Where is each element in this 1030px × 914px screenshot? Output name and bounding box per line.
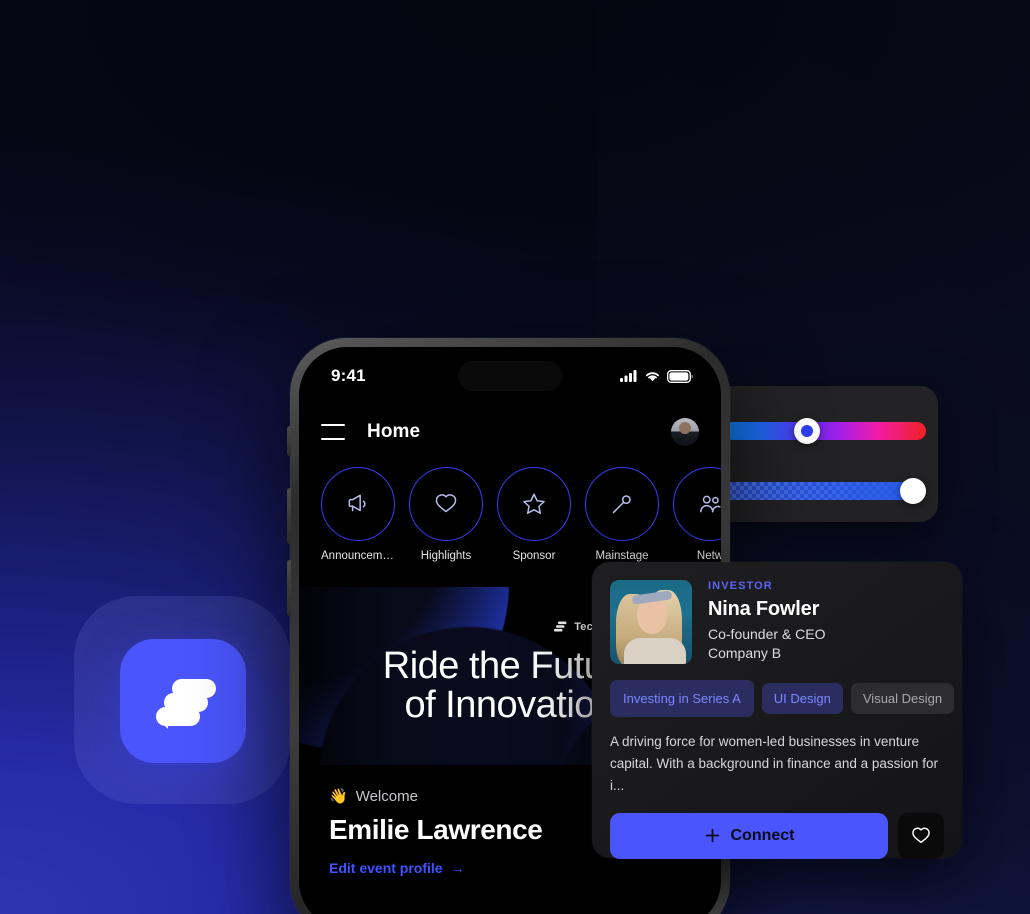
waving-hand-icon: 👋 xyxy=(329,788,348,805)
status-icons xyxy=(620,369,693,383)
hue-slider-thumb[interactable] xyxy=(794,418,820,444)
profile-role-badge: INVESTOR xyxy=(708,580,773,592)
profile-actions: Connect xyxy=(610,812,944,859)
app-logo-glyph xyxy=(156,679,216,729)
quick-nav-label: Announceme... xyxy=(321,550,395,562)
canvas-stage: 9:41 Home Announceme... Highlights Spons… xyxy=(0,0,1030,914)
techwave-logo-icon xyxy=(554,621,567,632)
quick-nav-row: Announceme... Highlights Sponsor Mainsta… xyxy=(299,467,721,562)
quick-nav-circle[interactable] xyxy=(321,467,395,541)
page-title: Home xyxy=(367,421,421,442)
quick-nav-label: Highlights xyxy=(420,550,472,562)
profile-tag[interactable]: UI Design xyxy=(761,683,843,714)
plus-icon xyxy=(705,828,719,843)
quick-nav-item-highlights[interactable]: Highlights xyxy=(409,467,483,562)
quick-nav-circle[interactable] xyxy=(497,467,571,541)
status-time: 9:41 xyxy=(331,366,366,385)
quick-nav-circle[interactable] xyxy=(409,467,483,541)
hamburger-menu-icon[interactable] xyxy=(321,424,345,440)
profile-tag[interactable]: Visual Design xyxy=(850,683,955,714)
dynamic-island xyxy=(458,361,562,391)
opacity-slider[interactable] xyxy=(724,478,926,504)
profile-company: Company B xyxy=(708,645,782,661)
quick-nav-circle[interactable] xyxy=(585,467,659,541)
phone-volume-down-button[interactable] xyxy=(287,560,291,616)
profile-meta: INVESTOR Nina Fowler Co-founder & CEO Co… xyxy=(708,580,944,664)
profile-photo xyxy=(610,580,692,664)
quick-nav-label: Sponsor xyxy=(512,550,556,562)
heart-icon xyxy=(912,827,930,843)
quick-nav-label: Mainstage xyxy=(595,550,649,562)
welcome-label: Welcome xyxy=(355,787,418,805)
profile-position: Co-founder & CEO xyxy=(708,626,826,642)
megaphone-icon xyxy=(348,494,366,512)
hue-slider[interactable] xyxy=(724,418,926,444)
opacity-slider-track[interactable] xyxy=(724,482,926,500)
color-picker-panel xyxy=(712,386,938,522)
hue-slider-track[interactable] xyxy=(724,422,926,440)
profile-name: Nina Fowler xyxy=(708,598,820,620)
app-logo-tile xyxy=(120,639,246,763)
favorite-button[interactable] xyxy=(898,812,944,859)
profile-card: INVESTOR Nina Fowler Co-founder & CEO Co… xyxy=(592,562,962,859)
people-icon xyxy=(700,495,721,513)
phone-mute-button[interactable] xyxy=(287,426,291,456)
connect-button-label: Connect xyxy=(730,826,795,844)
quick-nav-label: Netw xyxy=(696,550,721,562)
profile-header: INVESTOR Nina Fowler Co-founder & CEO Co… xyxy=(610,580,944,664)
quick-nav-circle[interactable] xyxy=(673,467,721,541)
profile-bio: A driving force for women-led businesses… xyxy=(610,734,938,793)
profile-tag[interactable]: Investing in Series A xyxy=(610,680,754,717)
arrow-right-icon: → xyxy=(450,860,465,876)
quick-nav-item-mainstage[interactable]: Mainstage xyxy=(585,467,659,562)
quick-nav-item-networking[interactable]: Netw xyxy=(673,467,721,562)
connect-button[interactable]: Connect xyxy=(610,812,888,859)
quick-nav-item-sponsor[interactable]: Sponsor xyxy=(497,467,571,562)
phone-volume-up-button[interactable] xyxy=(287,488,291,544)
edit-event-profile-label: Edit event profile xyxy=(329,860,443,876)
battery-icon xyxy=(667,369,693,383)
quick-nav-item-announcements[interactable]: Announceme... xyxy=(321,467,395,562)
profile-tags: Investing in Series A UI Design Visual D… xyxy=(610,680,955,717)
microphone-icon xyxy=(612,495,631,514)
opacity-slider-thumb[interactable] xyxy=(900,478,926,504)
star-icon xyxy=(523,493,545,514)
app-header: Home xyxy=(299,409,721,455)
user-avatar[interactable] xyxy=(671,418,699,446)
heart-icon xyxy=(435,494,457,513)
cellular-signal-icon xyxy=(620,370,637,382)
edit-event-profile-link[interactable]: Edit event profile → xyxy=(329,860,701,876)
wifi-icon xyxy=(646,372,659,382)
